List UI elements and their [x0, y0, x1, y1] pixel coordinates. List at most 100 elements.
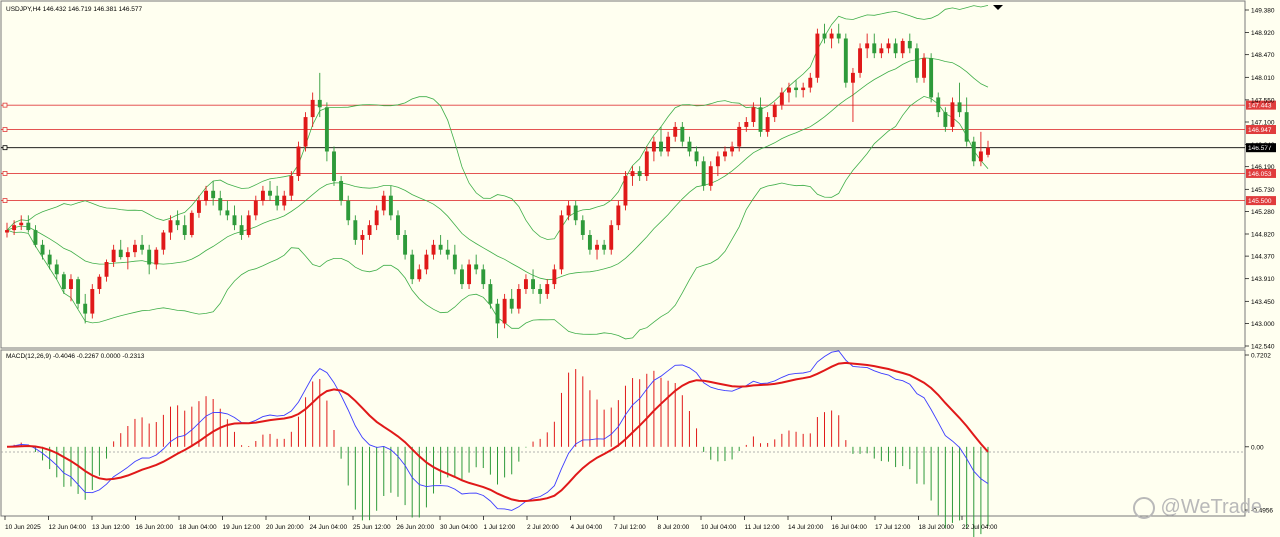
candle-body	[196, 200, 201, 213]
candle-body	[580, 220, 585, 235]
price-tick-label: 143.910	[1251, 276, 1275, 283]
time-tick-label: 8 Jul 20:00	[658, 524, 690, 531]
time-tick-label: 14 Jul 20:00	[788, 524, 824, 531]
price-tick-label: 145.280	[1251, 209, 1275, 216]
candle-body	[310, 99, 315, 118]
time-tick-label: 16 Jun 20:00	[136, 524, 174, 531]
candle-body	[431, 244, 436, 255]
candle-body	[644, 151, 649, 177]
time-tick-label: 10 Jul 04:00	[701, 524, 737, 531]
candle-body	[779, 92, 784, 105]
candle-body	[715, 156, 720, 167]
candle-body	[886, 43, 891, 49]
price-tick-label: 144.820	[1251, 232, 1275, 239]
time-tick-label: 22 Jul 04:00	[962, 524, 998, 531]
candle-body	[957, 102, 962, 113]
candle-body	[332, 151, 336, 181]
time-tick-label: 4 Jul 04:00	[571, 524, 603, 531]
candle-body	[403, 234, 408, 255]
candle-body	[26, 222, 31, 231]
candle-body	[481, 269, 486, 285]
main-plot-border	[0, 0, 1246, 349]
candle-body	[602, 244, 607, 250]
candle-body	[374, 210, 379, 226]
level-handle	[2, 145, 8, 151]
candle-body	[587, 234, 592, 250]
candle-body	[303, 117, 308, 147]
candle-body	[5, 230, 9, 233]
candle-body	[879, 48, 884, 54]
candle-body	[914, 48, 919, 78]
chart-svg[interactable]: 147.443146.947146.577146.053145.500 149.…	[0, 0, 1280, 537]
candle-body	[936, 97, 941, 113]
candle-body	[445, 249, 450, 255]
candle-body	[673, 126, 678, 137]
level-handle	[2, 102, 8, 108]
candle-body	[61, 274, 66, 290]
candle-body	[822, 33, 827, 39]
candle-body	[125, 252, 130, 258]
candle-body	[523, 279, 528, 290]
candle-body	[573, 205, 578, 221]
candle-body	[168, 220, 173, 233]
time-tick-label: 18 Jul 20:00	[919, 524, 955, 531]
candle-body	[971, 141, 976, 162]
candle-body	[282, 195, 287, 206]
time-tick-label: 19 Jun 12:00	[223, 524, 261, 531]
candle-body	[324, 107, 329, 152]
x-axis: 10 Jun 2025 12 Jun 04:00 13 Jun 12:00 16 Ju…	[4, 516, 998, 531]
candle-body	[289, 176, 294, 196]
candle-body	[40, 244, 45, 255]
candle-body	[637, 171, 642, 177]
candle-body	[417, 269, 422, 280]
candle-body	[943, 112, 948, 127]
macd-tick-label: 0.00	[1251, 444, 1264, 451]
candle-body	[495, 303, 500, 324]
time-tick-label: 24 Jun 04:00	[310, 524, 348, 531]
candle-body	[559, 215, 564, 270]
candle-body	[182, 225, 187, 235]
candle-body	[232, 215, 237, 226]
candle-body	[253, 200, 258, 216]
price-tick-label: 146.640	[1251, 142, 1275, 149]
candle-body	[929, 58, 934, 98]
candle-body	[467, 264, 472, 285]
price-tick-label: 143.450	[1251, 299, 1275, 306]
candle-body	[765, 117, 770, 132]
time-tick-label: 1 Jul 12:00	[484, 524, 516, 531]
candle-body	[104, 262, 109, 277]
candle-body	[666, 136, 671, 152]
candle-body	[239, 225, 244, 235]
price-tick-label: 148.920	[1251, 30, 1275, 37]
time-tick-label: 10 Jun 2025	[5, 524, 41, 531]
level-handle	[2, 171, 8, 176]
level-handle	[2, 127, 8, 132]
candle-body	[986, 147, 990, 155]
candle-body	[794, 87, 799, 91]
candle-body	[751, 107, 756, 122]
time-tick-label: 13 Jun 12:00	[92, 524, 130, 531]
candle-body	[111, 249, 116, 262]
candle-body	[388, 195, 393, 216]
time-tick-label: 2 Jul 20:00	[527, 524, 559, 531]
candle-body	[651, 141, 656, 152]
level-label: 145.500	[1248, 198, 1272, 205]
time-tick-label: 20 Jun 20:00	[266, 524, 304, 531]
candle-body	[787, 87, 791, 93]
candle-body	[701, 161, 706, 186]
candle-body	[118, 249, 123, 258]
candle-body	[758, 107, 763, 132]
candle-body	[509, 298, 514, 309]
candle-body	[154, 249, 159, 265]
y-axis: 149.380 148.920 148.470 148.010 147.550 147.1…	[1245, 8, 1275, 515]
candle-body	[865, 43, 870, 49]
time-tick-label: 30 Jun 04:00	[440, 524, 478, 531]
candle-body	[744, 122, 749, 127]
candle-body	[76, 279, 81, 304]
candle-body	[829, 33, 834, 39]
candle-body	[339, 180, 344, 201]
candle-body	[950, 102, 955, 127]
candle-body	[708, 166, 713, 186]
candle-body	[900, 40, 905, 54]
candle-body	[850, 72, 855, 83]
